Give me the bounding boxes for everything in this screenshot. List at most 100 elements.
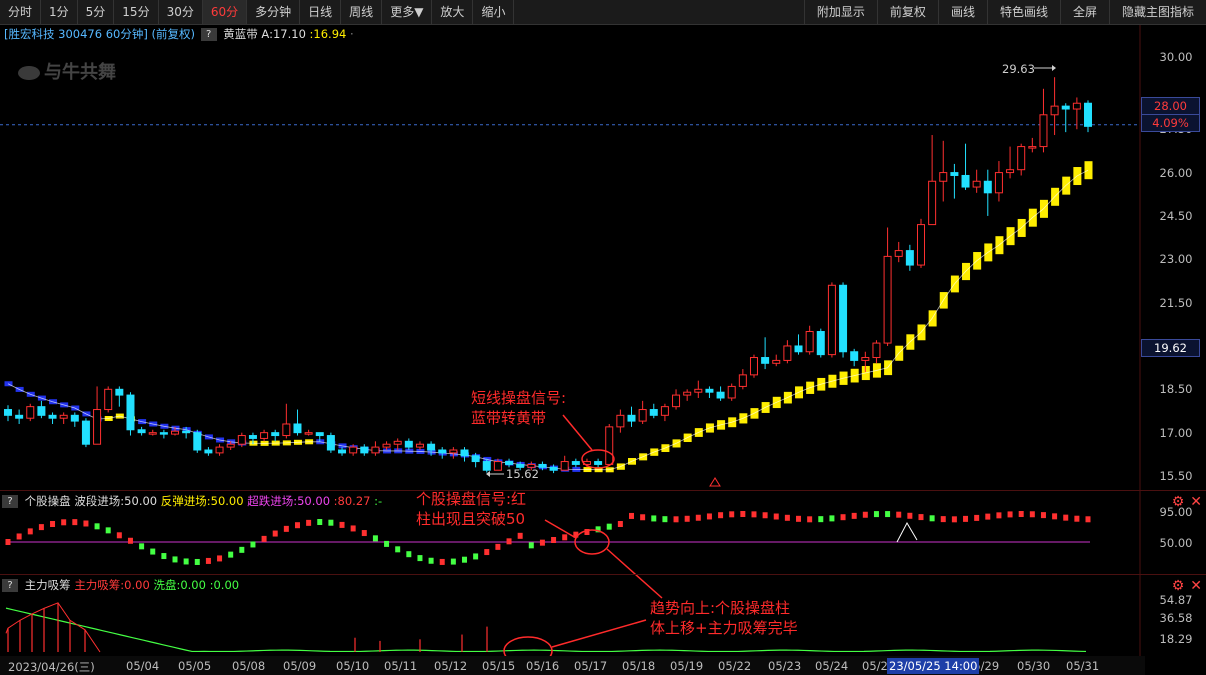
candle-body	[560, 461, 569, 471]
annotation-arrow	[551, 619, 647, 648]
sub1-bar	[629, 512, 635, 519]
candle-body	[1050, 105, 1059, 116]
sub1-bar	[161, 553, 167, 560]
candle-body	[872, 342, 881, 359]
date-label: 05/23	[768, 659, 802, 673]
help-icon[interactable]: ?	[2, 579, 18, 592]
sub1-bar	[72, 519, 78, 526]
sub1-bar	[740, 511, 746, 518]
sub1-bar	[873, 511, 879, 518]
sub1-bar	[551, 537, 557, 543]
annotation-trend-up: 趋势向上:个股操盘柱 体上移+主力吸筹完毕	[650, 598, 798, 638]
candle-body	[338, 449, 347, 454]
sub1-bar	[907, 512, 913, 519]
candle-body	[939, 172, 948, 182]
candle-body	[794, 345, 803, 353]
candle-body	[226, 443, 235, 448]
sub1-bar	[139, 543, 145, 550]
candle-body	[26, 406, 35, 419]
candle-body	[81, 420, 90, 445]
sub1-header: ? 个股操盘 波段进场:50.00 反弹进场:50.00 超跌进场:50.00 …	[0, 493, 382, 509]
annotation-short-signal: 短线操盘信号: 蓝带转黄带	[471, 388, 566, 428]
candle-body	[48, 414, 57, 419]
candle-body	[137, 429, 146, 434]
candle-body	[916, 224, 925, 266]
sub1-bar	[773, 513, 779, 520]
sub2-header: ? 主力吸筹 主力吸筹:0.00 洗盘:0.00 :0.00	[0, 577, 239, 593]
date-label: 05/24	[815, 659, 849, 673]
candle-body	[1039, 114, 1048, 148]
price-tick-label: 17.00	[1159, 425, 1193, 440]
sub1-bar	[840, 514, 846, 521]
sub2-p2: 洗盘:0.00	[153, 578, 206, 592]
date-label: 2023/04/26(三)	[8, 660, 95, 674]
sub1-bar	[439, 558, 445, 565]
candle-body	[705, 388, 714, 393]
date-label: 05/12	[434, 659, 468, 673]
candle-body	[839, 284, 848, 353]
date-label: 05/16	[526, 659, 560, 673]
candle-body	[293, 423, 302, 434]
sub2-axis-1: 54.87	[1159, 593, 1193, 607]
candle-body	[1084, 102, 1092, 127]
date-label: 05/11	[384, 659, 418, 673]
candle-body	[37, 406, 46, 416]
candle-body	[260, 432, 269, 439]
help-icon[interactable]: ?	[2, 495, 18, 508]
candle-body	[148, 432, 157, 435]
annotation-line: 个股操盘信号:红	[416, 490, 527, 508]
sub1-bar	[328, 519, 334, 526]
band-segment	[1084, 161, 1093, 180]
candle-body	[93, 409, 102, 445]
peak-arrow-head	[1052, 65, 1056, 71]
candle-body	[994, 172, 1003, 194]
sub1-bar	[461, 556, 467, 563]
sub1-bar	[194, 558, 200, 565]
sub1-bar	[673, 516, 679, 523]
date-label: 05/15	[482, 659, 516, 673]
sub1-bar	[339, 521, 345, 528]
sub1-bar	[918, 514, 924, 521]
sub1-bar	[16, 533, 22, 540]
sub1-bar	[562, 534, 568, 541]
candle-body	[638, 409, 647, 422]
date-label: 05/17	[574, 659, 608, 673]
sub1-bar	[384, 540, 390, 547]
sub1-bar	[361, 530, 367, 537]
sub1-bar	[228, 551, 234, 558]
candle-body	[248, 435, 257, 439]
sub1-bar	[205, 557, 211, 564]
candle-body	[972, 180, 981, 188]
sub1-bar	[306, 519, 312, 526]
candle-body	[749, 357, 758, 376]
close-icon[interactable]: ✕	[1190, 578, 1202, 594]
price-tick-label: 23.00	[1159, 252, 1193, 267]
sub1-p4: :80.27	[333, 494, 371, 508]
sub1-bar	[951, 516, 957, 523]
annotation-arrow	[544, 519, 577, 539]
gear-icon[interactable]: ⚙	[1172, 578, 1185, 594]
sub2-name: 主力吸筹	[24, 578, 71, 592]
candle-body	[905, 250, 914, 266]
sub1-bar	[417, 555, 423, 562]
sub1-bar	[818, 516, 824, 523]
panel-separator	[0, 574, 1206, 575]
candle-body	[783, 345, 792, 361]
sub1-bar	[27, 528, 33, 535]
sub1-bar	[751, 511, 757, 518]
sub1-bar	[996, 512, 1002, 519]
sub1-bar	[50, 520, 56, 527]
sub1-bar	[428, 557, 434, 564]
sub2-p3: :0.00	[209, 578, 240, 592]
sub1-bar	[83, 520, 89, 527]
sub1-bar	[38, 524, 44, 531]
candle-body	[961, 174, 970, 188]
sub1-bar	[395, 546, 401, 553]
sub1-bar	[974, 514, 980, 521]
sub1-bar	[372, 535, 378, 542]
candle-body	[182, 430, 191, 434]
sub1-bar	[539, 539, 545, 546]
sub1-axis-50: 50.00	[1159, 536, 1193, 550]
candle-body	[393, 440, 402, 445]
date-label: 05/19	[670, 659, 704, 673]
